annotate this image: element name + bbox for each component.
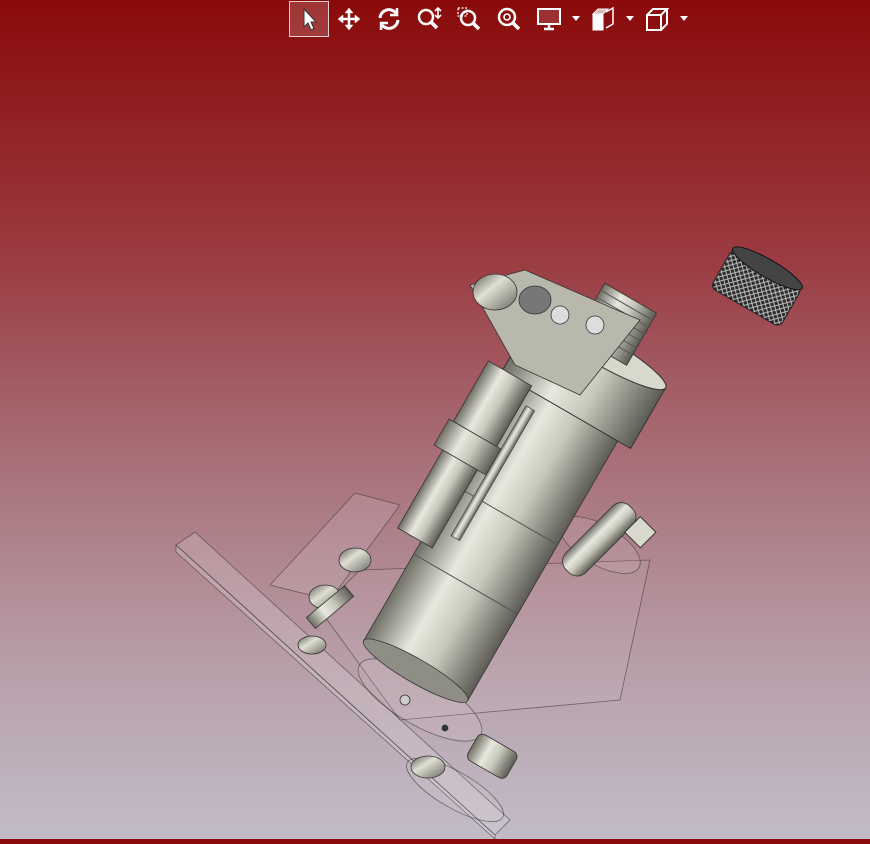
standard-views-group — [637, 1, 691, 37]
move-arrows-icon — [337, 7, 361, 30]
knurled-knob — [712, 246, 803, 326]
chevron-down-icon — [680, 15, 688, 21]
zoom-vertical-icon — [417, 6, 442, 29]
select-tool-button[interactable] — [289, 0, 329, 37]
zoom-window-icon — [457, 6, 481, 30]
rotate-icon — [378, 7, 400, 30]
pan-tool-button[interactable] — [329, 1, 369, 37]
chevron-down-icon — [626, 15, 634, 21]
cad-model — [175, 246, 803, 840]
rotate-tool-button[interactable] — [369, 1, 409, 37]
zoom-fit-icon — [497, 7, 521, 30]
section-view-button[interactable] — [583, 1, 623, 37]
zoom-tool-button[interactable] — [409, 1, 449, 37]
cursor-arrow-icon — [303, 7, 318, 31]
view-toolbar — [289, 0, 691, 37]
standard-views-button[interactable] — [637, 1, 677, 37]
section-box-icon — [591, 6, 614, 30]
cube-view-icon — [646, 7, 670, 31]
zoom-window-button[interactable] — [449, 1, 489, 37]
monitor-icon — [537, 7, 561, 30]
display-mode-group — [529, 1, 583, 37]
chevron-down-icon — [572, 15, 580, 21]
zoom-fit-button[interactable] — [489, 1, 529, 37]
standard-views-dropdown[interactable] — [677, 1, 691, 37]
3d-viewport[interactable] — [0, 40, 870, 840]
display-mode-dropdown[interactable] — [569, 1, 583, 37]
section-view-dropdown[interactable] — [623, 1, 637, 37]
section-view-group — [583, 1, 637, 37]
display-mode-button[interactable] — [529, 1, 569, 37]
